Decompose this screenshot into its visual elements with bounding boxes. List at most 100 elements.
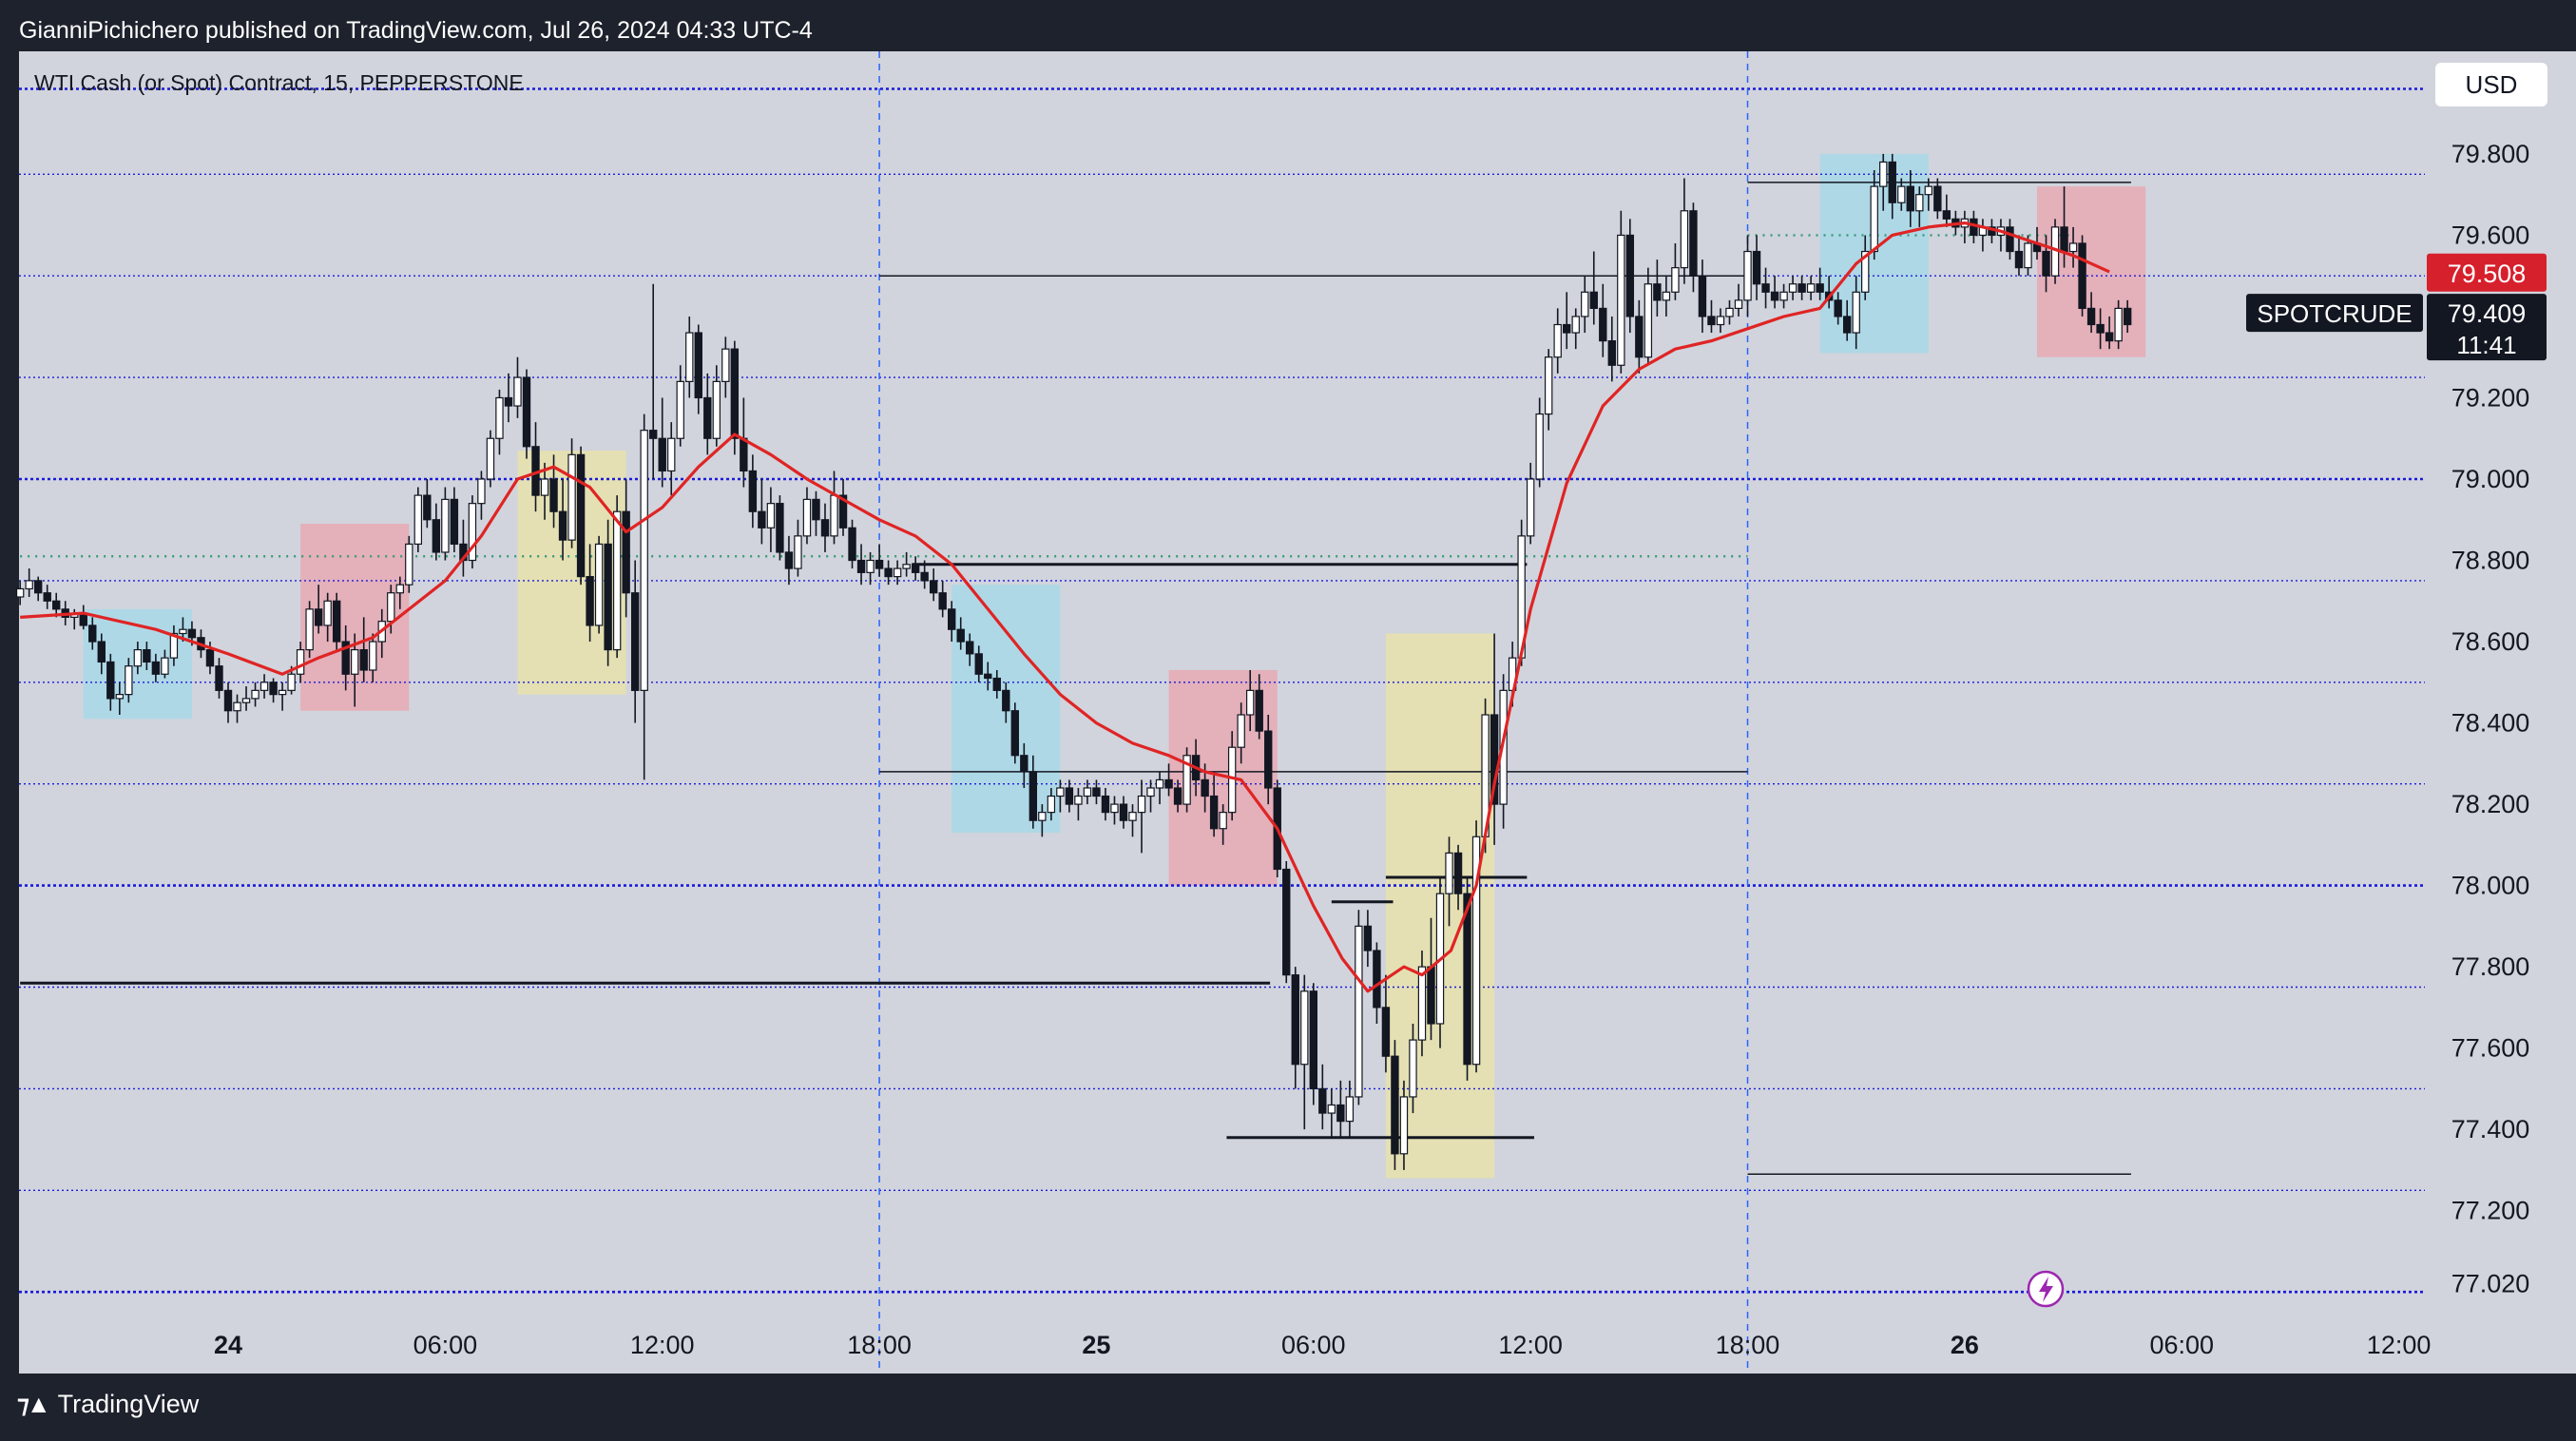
candle-down bbox=[205, 648, 215, 667]
candle-up bbox=[612, 510, 622, 651]
candle-down bbox=[1291, 974, 1299, 1066]
x-tick-label: 26 bbox=[1951, 1331, 1979, 1359]
candle-down bbox=[2006, 226, 2014, 253]
candle-down bbox=[992, 677, 1001, 691]
x-tick-label: 06:00 bbox=[413, 1331, 478, 1359]
candle-down bbox=[43, 592, 51, 602]
candle-down bbox=[748, 470, 758, 512]
x-tick-label: 18:00 bbox=[1716, 1331, 1780, 1359]
candle-down bbox=[856, 559, 866, 573]
candle-up bbox=[1581, 291, 1589, 317]
candle-down bbox=[106, 661, 115, 700]
x-tick-label: 18:00 bbox=[847, 1331, 912, 1359]
candle-down bbox=[2060, 226, 2068, 253]
candle-up bbox=[1128, 812, 1137, 821]
candle-down bbox=[1373, 950, 1381, 1009]
candle-up bbox=[1146, 787, 1155, 797]
candle-up bbox=[1083, 787, 1092, 797]
candle-down bbox=[432, 519, 441, 553]
tradingview-logo[interactable]: ⁊▲ TradingView bbox=[17, 1390, 199, 1419]
candle-down bbox=[929, 580, 938, 594]
candle-up bbox=[1399, 1096, 1409, 1155]
y-tick-label: 79.600 bbox=[2451, 221, 2530, 249]
candle-up bbox=[477, 478, 486, 505]
candle-down bbox=[215, 665, 223, 691]
candle-down bbox=[740, 437, 748, 472]
candle-down bbox=[1282, 868, 1291, 976]
symbol-price-value: 79.409 bbox=[2448, 299, 2527, 328]
candle-down bbox=[143, 648, 151, 663]
candle-down bbox=[558, 510, 567, 541]
tradingview-brand: TradingView bbox=[57, 1390, 200, 1418]
candle-up bbox=[1644, 283, 1653, 358]
candle-up bbox=[1553, 323, 1562, 358]
candle-down bbox=[314, 608, 323, 626]
candle-down bbox=[1101, 795, 1110, 814]
candle-down bbox=[1842, 316, 1852, 334]
symbol-title: WTI Cash (or Spot) Contract, 15, PEPPERS… bbox=[34, 70, 524, 95]
candle-down bbox=[1635, 316, 1644, 358]
candle-down bbox=[848, 527, 856, 562]
candle-up bbox=[25, 580, 33, 590]
x-tick-label: 12:00 bbox=[1498, 1331, 1563, 1359]
candle-down bbox=[1797, 283, 1806, 293]
candle-up bbox=[667, 437, 676, 472]
candle-down bbox=[2105, 332, 2114, 342]
candle-up bbox=[1237, 714, 1245, 748]
candle-down bbox=[1599, 307, 1607, 342]
flash-icon[interactable] bbox=[2027, 1270, 2065, 1308]
candle-down bbox=[151, 661, 161, 675]
candle-down bbox=[522, 376, 531, 448]
candle-up bbox=[1417, 966, 1427, 1041]
candle-down bbox=[1933, 185, 1942, 212]
candle-down bbox=[1453, 852, 1463, 894]
candle-down bbox=[2123, 307, 2132, 326]
candle-down bbox=[1463, 893, 1471, 1066]
x-tick-label: 06:00 bbox=[2149, 1331, 2214, 1359]
candle-down bbox=[1164, 778, 1173, 789]
candle-up bbox=[1526, 478, 1535, 537]
candle-down bbox=[1002, 689, 1010, 712]
candle-up bbox=[1544, 356, 1553, 415]
candle-up bbox=[413, 494, 423, 546]
symbol-name-label: SPOTCRUDE bbox=[2257, 299, 2412, 328]
y-tick-label: 79.200 bbox=[2451, 383, 2530, 412]
x-tick-label: 24 bbox=[214, 1331, 242, 1359]
candle-up bbox=[1535, 413, 1544, 480]
candle-down bbox=[1065, 787, 1074, 805]
candle-down bbox=[938, 592, 947, 610]
candle-down bbox=[1318, 1087, 1327, 1114]
candle-up bbox=[1897, 185, 1906, 203]
candle-up bbox=[1671, 267, 1680, 293]
candle-down bbox=[450, 498, 459, 546]
x-tick-label: 06:00 bbox=[1281, 1331, 1346, 1359]
candle-up bbox=[251, 689, 260, 700]
candle-up bbox=[2114, 307, 2123, 342]
candle-down bbox=[1689, 210, 1698, 277]
candle-down bbox=[884, 567, 893, 578]
candle-up bbox=[794, 535, 802, 569]
candle-up bbox=[1725, 307, 1734, 317]
candle-down bbox=[875, 559, 884, 569]
candle-down bbox=[97, 641, 106, 663]
y-tick-label: 78.000 bbox=[2451, 872, 2530, 900]
y-tick-label: 78.200 bbox=[2451, 790, 2530, 818]
currency-button[interactable]: USD bbox=[2435, 63, 2547, 106]
candle-up bbox=[1327, 1104, 1336, 1114]
candle-down bbox=[966, 641, 974, 655]
candle-up bbox=[1355, 925, 1363, 1098]
candle-up bbox=[802, 498, 812, 537]
candle-up bbox=[1662, 291, 1671, 301]
candle-up bbox=[1617, 234, 1625, 366]
candle-up bbox=[866, 559, 875, 573]
candle-down bbox=[1010, 710, 1020, 757]
candle-up bbox=[1571, 316, 1580, 334]
candle-down bbox=[984, 673, 992, 680]
candle-up bbox=[1056, 787, 1065, 797]
candle-up bbox=[1155, 778, 1164, 789]
candle-down bbox=[604, 543, 612, 651]
chart[interactable]: 79.800 79.600 79.200 79.000 78.800 78.600 78.4… bbox=[0, 0, 2576, 1441]
candle-up bbox=[513, 376, 522, 407]
candle-down bbox=[776, 503, 784, 553]
candle-up bbox=[233, 701, 241, 712]
